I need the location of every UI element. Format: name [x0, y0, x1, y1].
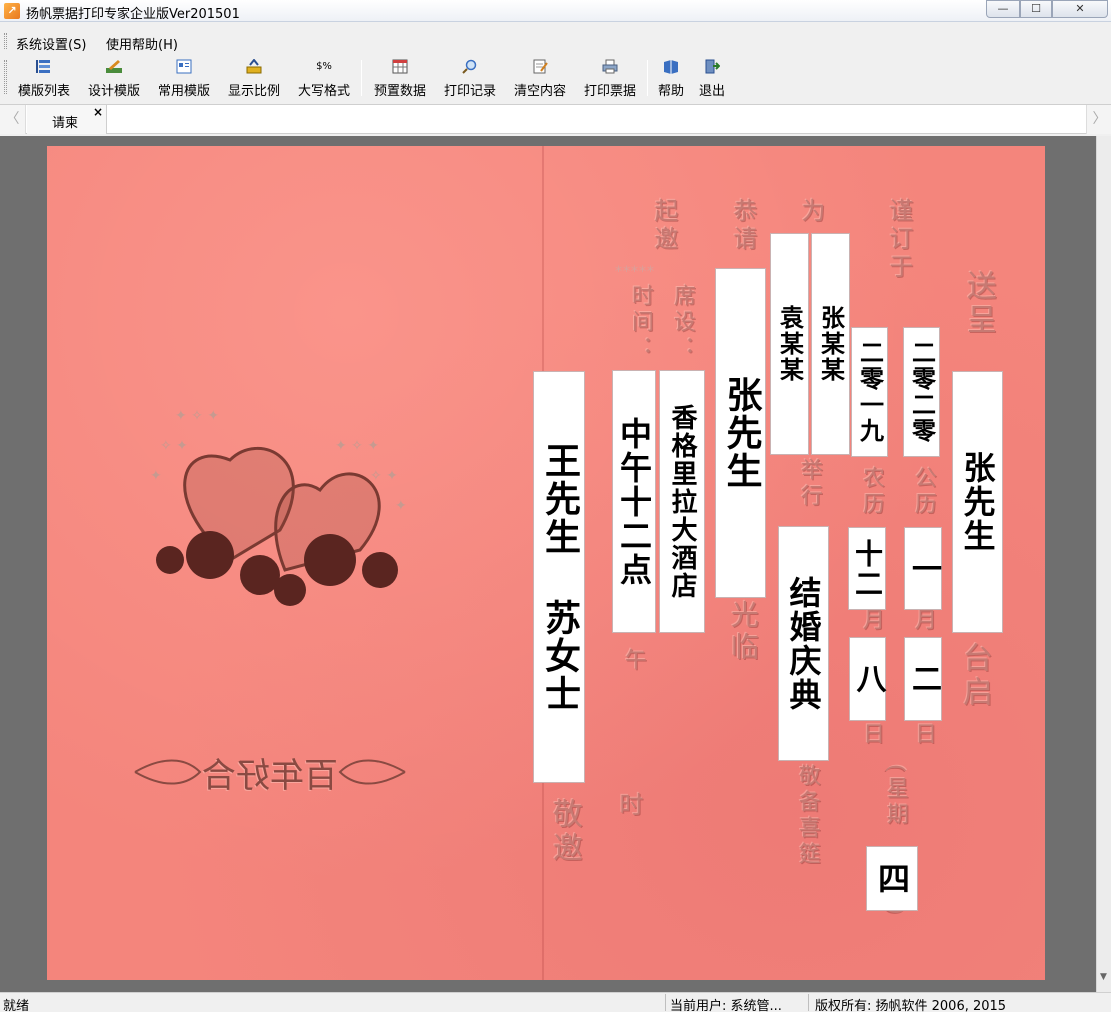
tab-scroll-left-button[interactable]: 〈	[0, 105, 26, 134]
template-list-icon	[36, 59, 52, 74]
common-template-button[interactable]: 常用模版	[153, 58, 215, 99]
printed-xishe: 席设：	[670, 284, 695, 362]
title-bar: ↗ 扬帆票据打印专家企业版Ver201501 — ☐ ✕	[0, 0, 1111, 22]
hearts-roses-decoration: ✦ ✧ ✦ ✧ ✦ ✦ ✧ ✦ ✧ ✦ ✦ ✦	[150, 408, 407, 606]
zoom-ratio-button[interactable]: 显示比例	[223, 58, 285, 99]
printed-xingqi: (星期	[883, 764, 908, 829]
print-ticket-icon	[602, 59, 618, 74]
printed-yue-solar: 月	[911, 608, 936, 634]
printed-wei: 为	[797, 198, 825, 226]
field-guests[interactable]: 王先生 苏女士	[533, 371, 585, 783]
field-time[interactable]: 中午十二点	[612, 370, 656, 633]
uppercase-format-icon: $%	[316, 61, 332, 72]
printed-taiqi: 台启	[957, 642, 992, 710]
close-button[interactable]: ✕	[1052, 0, 1108, 18]
status-divider	[808, 994, 809, 1011]
help-button[interactable]: 帮助	[653, 58, 689, 99]
field-weekday[interactable]: 四	[866, 846, 918, 911]
printed-shi: 时	[615, 792, 643, 820]
printed-stars: *****	[615, 264, 655, 280]
field-groom[interactable]: 张某某	[811, 233, 850, 455]
field-invitee[interactable]: 张先生	[715, 268, 766, 598]
print-ticket-button[interactable]: 打印票据	[579, 58, 641, 99]
svg-text:✧ ✦: ✧ ✦	[370, 468, 398, 484]
tab-scroll-right-button[interactable]: 〉	[1086, 105, 1111, 134]
printed-jingyao: 敬邀	[547, 798, 582, 866]
design-template-button[interactable]: 设计模版	[83, 58, 145, 99]
tab-invitation[interactable]: 请柬 ×	[27, 105, 107, 134]
exit-button[interactable]: 退出	[694, 58, 730, 99]
zoom-ratio-icon	[246, 58, 262, 74]
svg-text:✦: ✦	[150, 468, 162, 484]
template-list-button[interactable]: 模版列表	[13, 58, 75, 99]
field-lunar-month[interactable]: 十二	[848, 527, 886, 610]
menu-help[interactable]: 使用帮助(H)	[106, 34, 178, 53]
printed-yue-lunar: 月	[859, 608, 884, 634]
field-event[interactable]: 结婚庆典	[778, 526, 829, 761]
svg-text:✦ ✧ ✦: ✦ ✧ ✦	[175, 408, 219, 424]
field-recipient[interactable]: 张先生	[952, 371, 1003, 633]
field-lunar-year[interactable]: 二零一九	[851, 327, 888, 457]
field-venue[interactable]: 香格里拉大酒店	[659, 370, 705, 633]
printed-jindingyu: 谨订于	[885, 198, 913, 282]
toolbar-grip	[4, 60, 7, 94]
toolbar: 模版列表 设计模版 常用模版 显示比例 $% 大写格式 预置数据 打印记录 清空…	[0, 56, 1111, 100]
vertical-scrollbar[interactable]: ▼	[1096, 136, 1111, 992]
printed-ri-lunar: 日	[859, 722, 884, 748]
svg-text:✦ ✧ ✦: ✦ ✧ ✦	[335, 438, 379, 454]
banner-bainianhaohe: 百年好合	[130, 742, 410, 802]
printed-gongqing: 恭请	[729, 198, 757, 254]
printed-juxing: 举行	[797, 458, 822, 510]
clear-content-button[interactable]: 清空内容	[509, 58, 571, 99]
printed-gongli: 公历	[911, 466, 936, 518]
status-ready: 就绪	[3, 999, 30, 1012]
printed-wu: 午	[621, 648, 646, 674]
field-lunar-day[interactable]: 八	[849, 637, 886, 721]
field-solar-day[interactable]: 二	[904, 637, 942, 721]
field-solar-month[interactable]: 一	[904, 527, 942, 610]
status-divider	[665, 994, 666, 1011]
tab-close-button[interactable]: ×	[93, 105, 103, 119]
preset-data-icon	[392, 59, 408, 74]
printed-jingbeixiyan: 敬备喜筵	[795, 764, 820, 868]
menu-bar: 系统设置(S) 使用帮助(H)	[0, 30, 1111, 53]
exit-icon	[704, 59, 721, 74]
toolbar-separator	[647, 60, 648, 96]
svg-text:✦: ✦	[395, 498, 407, 514]
window-title: 扬帆票据打印专家企业版Ver201501	[26, 7, 240, 22]
status-bar: 就绪 当前用户: 系统管... 版权所有: 扬帆软件 2006, 2015	[0, 992, 1111, 1012]
menu-grip	[4, 33, 7, 49]
printed-guanglin: 光临	[727, 600, 760, 664]
status-copyright: 版权所有: 扬帆软件 2006, 2015	[815, 999, 1007, 1012]
clear-content-icon	[532, 59, 548, 74]
help-book-icon	[663, 59, 679, 74]
status-current-user: 当前用户: 系统管...	[670, 999, 782, 1012]
uppercase-format-button[interactable]: $% 大写格式	[293, 58, 355, 99]
document-tab-strip: 〈 请柬 × 〉	[0, 104, 1111, 134]
print-records-icon	[462, 59, 478, 74]
print-records-button[interactable]: 打印记录	[439, 58, 501, 99]
preset-data-button[interactable]: 预置数据	[369, 58, 431, 99]
common-template-icon	[176, 59, 192, 74]
field-bride[interactable]: 袁某某	[770, 233, 809, 455]
scroll-down-icon[interactable]: ▼	[1100, 972, 1107, 982]
field-solar-year[interactable]: 二零二零	[903, 327, 940, 457]
minimize-button[interactable]: —	[986, 0, 1020, 18]
toolbar-separator	[361, 60, 362, 96]
printed-qiyao: 起邀	[650, 198, 678, 254]
app-logo-icon: ↗	[4, 3, 20, 19]
tab-label: 请柬	[52, 116, 79, 131]
printed-nongli: 农历	[859, 466, 884, 518]
printed-songcheng: 送呈	[961, 270, 996, 338]
menu-system-settings[interactable]: 系统设置(S)	[16, 34, 86, 53]
design-template-icon	[106, 59, 122, 74]
maximize-button[interactable]: ☐	[1020, 0, 1052, 18]
printed-shijian: 时间：	[628, 284, 653, 362]
svg-text:✧ ✦: ✧ ✦	[160, 438, 188, 454]
app-window: ↗ 扬帆票据打印专家企业版Ver201501 — ☐ ✕ 系统设置(S) 使用帮…	[0, 0, 1111, 1012]
printed-ri-solar: 日	[911, 722, 936, 748]
